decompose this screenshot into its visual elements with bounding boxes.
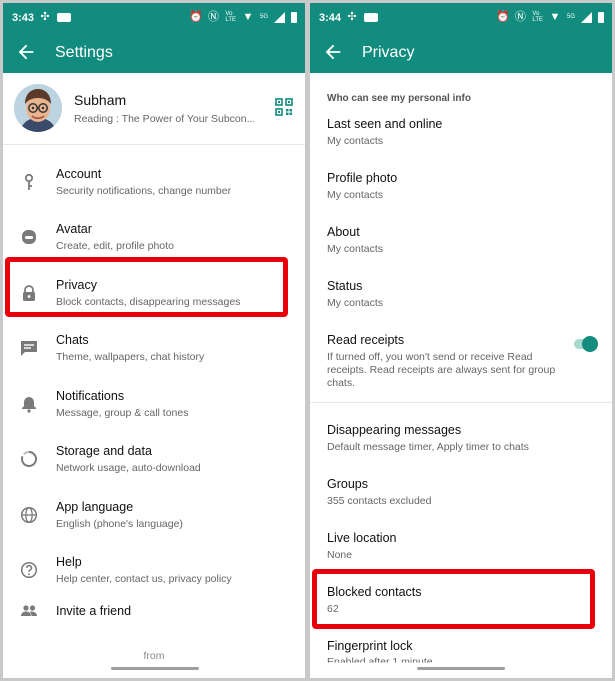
settings-item-invite-friend[interactable]: Invite a friend bbox=[3, 601, 305, 633]
page-title: Privacy bbox=[362, 44, 415, 61]
privacy-item-title: About bbox=[327, 225, 360, 239]
alarm-icon: ⏰ bbox=[496, 11, 511, 23]
settings-item-title: App language bbox=[56, 500, 134, 514]
settings-item-help[interactable]: Help Help center, contact us, privacy po… bbox=[3, 545, 305, 597]
volte-icon: Vo LTE bbox=[532, 11, 543, 23]
bell-icon bbox=[22, 397, 36, 413]
highlight-box-privacy bbox=[5, 257, 288, 317]
profile-name: Subham bbox=[74, 92, 127, 108]
nfc-icon: Ⓝ bbox=[207, 11, 219, 23]
settings-item-notifications[interactable]: Notifications Message, group & call tone… bbox=[3, 379, 305, 431]
settings-item-subtitle: Message, group & call tones bbox=[56, 407, 189, 419]
settings-item-subtitle: Network usage, auto-download bbox=[56, 462, 201, 474]
storage-icon bbox=[21, 450, 37, 467]
privacy-item-value: Default message timer, Apply timer to ch… bbox=[327, 441, 529, 453]
people-icon bbox=[21, 605, 37, 616]
key-icon bbox=[24, 173, 34, 190]
settings-item-title: Chats bbox=[56, 333, 89, 347]
status-time: 3:44 bbox=[319, 12, 342, 24]
back-arrow-icon[interactable] bbox=[322, 41, 344, 63]
top-app-bar: 3:44 ✣ ⏰ Ⓝ Vo LTE ▼ 5G Privacy bbox=[310, 3, 612, 73]
settings-item-app-language[interactable]: App language English (phone's language) bbox=[3, 490, 305, 542]
back-arrow-icon[interactable] bbox=[15, 41, 37, 63]
privacy-item-title: Groups bbox=[327, 477, 368, 491]
avatar-face-icon bbox=[22, 230, 36, 244]
settings-item-account[interactable]: Account Security notifications, change n… bbox=[3, 157, 305, 209]
avatar[interactable] bbox=[14, 84, 62, 132]
privacy-item-title: Fingerprint lock bbox=[327, 639, 413, 653]
divider bbox=[310, 402, 612, 403]
read-receipts-toggle[interactable] bbox=[572, 336, 598, 352]
wifi-icon: ▼ bbox=[242, 11, 254, 23]
alarm-icon: ⏰ bbox=[189, 11, 204, 23]
privacy-item-value: 355 contacts excluded bbox=[327, 495, 432, 507]
privacy-item-value: My contacts bbox=[327, 297, 384, 309]
settings-item-title: Invite a friend bbox=[56, 604, 132, 618]
section-header: Who can see my personal info bbox=[327, 93, 471, 104]
gesture-nav-bar[interactable] bbox=[111, 667, 199, 670]
nfc-icon: Ⓝ bbox=[514, 11, 526, 23]
settings-item-subtitle: Help center, contact us, privacy policy bbox=[56, 573, 232, 585]
settings-item-storage[interactable]: Storage and data Network usage, auto-dow… bbox=[3, 434, 305, 486]
privacy-item-title: Status bbox=[327, 279, 363, 293]
settings-item-title: Storage and data bbox=[56, 444, 152, 458]
privacy-item-value: My contacts bbox=[327, 243, 384, 255]
gesture-nav-bar[interactable] bbox=[417, 667, 505, 670]
battery-icon bbox=[291, 11, 297, 23]
status-bar: 3:44 ✣ ⏰ Ⓝ Vo LTE ▼ 5G bbox=[310, 3, 612, 33]
cell-signal-icon bbox=[274, 11, 285, 23]
settings-item-title: Account bbox=[56, 167, 102, 181]
settings-item-subtitle: Theme, wallpapers, chat history bbox=[56, 351, 205, 363]
settings-item-title: Notifications bbox=[56, 389, 125, 403]
status-time: 3:43 bbox=[12, 12, 35, 24]
privacy-item-value: My contacts bbox=[327, 135, 384, 147]
privacy-item-value: None bbox=[327, 549, 353, 561]
privacy-item-value: My contacts bbox=[327, 189, 384, 201]
settings-item-subtitle: Security notifications, change number bbox=[56, 185, 232, 197]
privacy-item-description: If turned off, you won't send or receive… bbox=[327, 351, 556, 389]
message-notification-icon bbox=[57, 12, 71, 22]
profile-about: Reading : The Power of Your Subcon... bbox=[74, 113, 254, 125]
message-notification-icon bbox=[364, 12, 378, 22]
wifi-icon: ▼ bbox=[549, 11, 561, 23]
help-icon bbox=[20, 561, 38, 579]
globe-icon bbox=[20, 506, 38, 524]
privacy-screen: 3:44 ✣ ⏰ Ⓝ Vo LTE ▼ 5G Privacy Who can se… bbox=[310, 3, 612, 678]
privacy-item-title: Live location bbox=[327, 531, 397, 545]
settings-screen: 3:43 ✣ ⏰ Ⓝ Vo LTE ▼ 5G Settings Subham R… bbox=[3, 3, 305, 678]
top-app-bar: 3:43 ✣ ⏰ Ⓝ Vo LTE ▼ 5G Settings bbox=[3, 3, 305, 73]
chat-icon bbox=[21, 341, 37, 356]
pinwheel-icon: ✣ bbox=[347, 11, 357, 23]
settings-item-chats[interactable]: Chats Theme, wallpapers, chat history bbox=[3, 323, 305, 375]
settings-item-title: Avatar bbox=[56, 222, 92, 236]
page-title: Settings bbox=[55, 44, 113, 61]
privacy-item-read-receipts[interactable]: Read receipts If turned off, you won't s… bbox=[310, 333, 612, 389]
volte-icon: Vo LTE bbox=[225, 11, 236, 23]
settings-item-subtitle: English (phone's language) bbox=[56, 518, 183, 530]
highlight-box-blocked-contacts bbox=[312, 569, 595, 629]
footer-from: from bbox=[143, 650, 165, 662]
5g-icon: 5G bbox=[259, 14, 268, 20]
settings-item-subtitle: Create, edit, profile photo bbox=[56, 240, 174, 252]
status-bar: 3:43 ✣ ⏰ Ⓝ Vo LTE ▼ 5G bbox=[3, 3, 305, 33]
privacy-item-title: Read receipts bbox=[327, 333, 405, 347]
5g-icon: 5G bbox=[566, 14, 575, 20]
privacy-item-title: Disappearing messages bbox=[327, 423, 462, 437]
profile-row[interactable]: Subham Reading : The Power of Your Subco… bbox=[3, 73, 305, 145]
battery-icon bbox=[598, 11, 604, 23]
qr-code-icon[interactable] bbox=[275, 98, 293, 116]
pinwheel-icon: ✣ bbox=[40, 11, 50, 23]
settings-item-title: Help bbox=[56, 555, 82, 569]
privacy-item-title: Profile photo bbox=[327, 171, 398, 185]
privacy-item-title: Last seen and online bbox=[327, 117, 443, 131]
cell-signal-icon bbox=[581, 11, 592, 23]
